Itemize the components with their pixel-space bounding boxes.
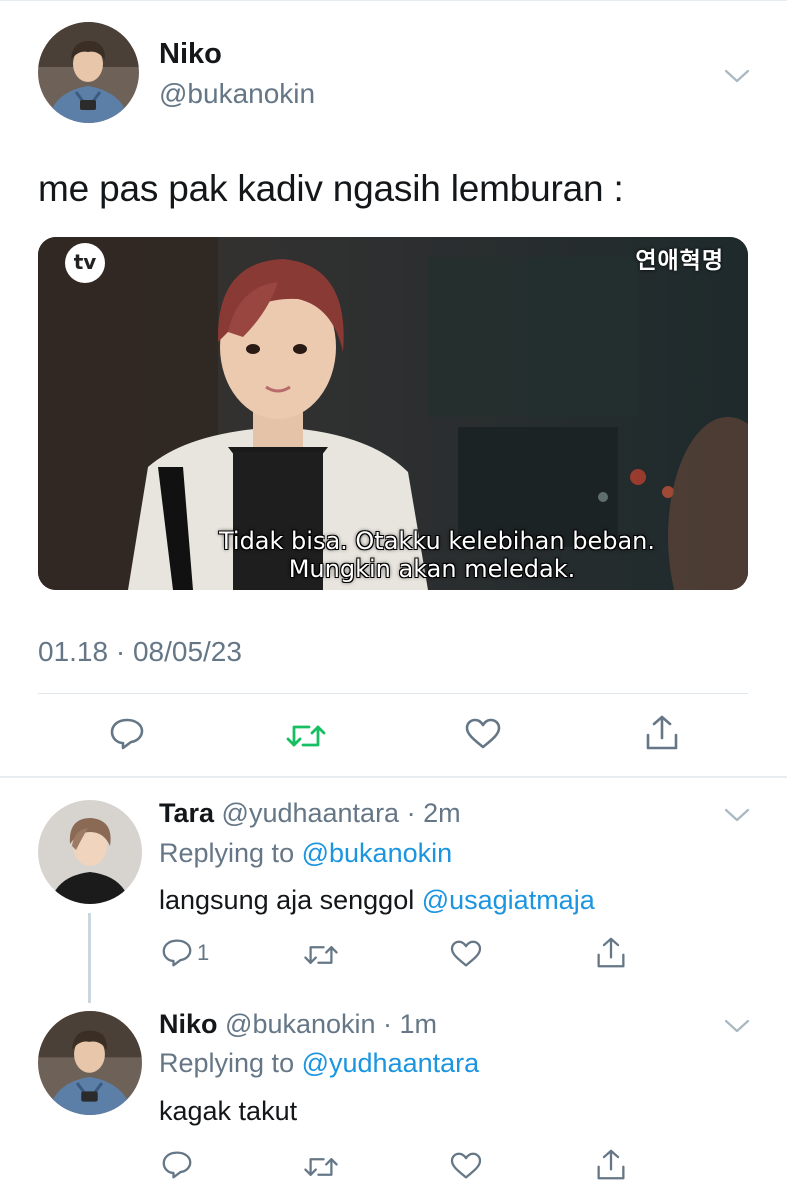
- reply-author-name: Tara: [159, 798, 215, 828]
- share-button[interactable]: [596, 1148, 626, 1182]
- retweet-button[interactable]: [302, 942, 340, 968]
- share-icon: [596, 1148, 626, 1182]
- subtitle-line-1: Tidak bisa. Otakku kelebihan beban.: [218, 527, 656, 555]
- reply-text: kagak takut: [159, 1096, 298, 1126]
- replying-to: Replying to @bukanokin: [159, 838, 452, 869]
- reply-button[interactable]: [161, 1150, 193, 1180]
- retweet-button[interactable]: [285, 721, 327, 751]
- reply-author-meta: @bukanokin · 1m: [225, 1009, 438, 1039]
- chevron-down-icon[interactable]: [723, 806, 751, 824]
- replying-to-link[interactable]: @bukanokin: [302, 838, 453, 868]
- chevron-down-icon[interactable]: [723, 1017, 751, 1035]
- reply-text: langsung aja senggol @usagiatmaja: [159, 885, 595, 916]
- like-icon: [450, 940, 482, 968]
- tweet-text: me pas pak kadiv ngasih lemburan :: [38, 168, 624, 209]
- mention-link[interactable]: @usagiatmaja: [422, 885, 595, 915]
- avatar[interactable]: [38, 1011, 142, 1115]
- tweet-media[interactable]: tv 연애혁명 Tidak bisa. Otakku kelebihan beb…: [38, 237, 748, 590]
- section-separator: [0, 776, 787, 778]
- like-icon: [465, 718, 501, 750]
- like-icon: [450, 1152, 482, 1180]
- reply-author-name: Niko: [159, 1009, 218, 1039]
- like-button[interactable]: [450, 940, 482, 968]
- author-name[interactable]: Niko: [159, 38, 222, 71]
- retweet-button[interactable]: [302, 1154, 340, 1180]
- author-handle[interactable]: @bukanokin: [159, 78, 315, 110]
- thread-connector: [88, 913, 91, 1003]
- reply-button[interactable]: 1: [161, 938, 209, 968]
- retweet-icon: [302, 1154, 340, 1180]
- tv-logo: tv: [65, 243, 105, 283]
- reply-button[interactable]: [109, 717, 145, 751]
- reply-icon: [161, 1150, 193, 1180]
- chevron-down-icon[interactable]: [723, 67, 751, 85]
- retweet-icon: [302, 942, 340, 968]
- share-button[interactable]: [645, 714, 679, 752]
- subtitle-line-2: Mungkin akan meledak.: [288, 555, 576, 583]
- replying-to-label: Replying to: [159, 1048, 295, 1078]
- like-button[interactable]: [465, 718, 501, 750]
- avatar[interactable]: [38, 800, 142, 904]
- replying-to: Replying to @yudhaantara: [159, 1048, 479, 1079]
- divider: [38, 693, 748, 694]
- replying-to-link[interactable]: @yudhaantara: [302, 1048, 480, 1078]
- reply-icon: [161, 938, 193, 968]
- avatar[interactable]: [38, 22, 139, 123]
- reply-author-meta: @yudhaantara · 2m: [221, 798, 461, 828]
- like-button[interactable]: [450, 1152, 482, 1180]
- reply-count: 1: [197, 940, 210, 965]
- share-icon: [596, 936, 626, 970]
- show-logo: 연애혁명: [635, 248, 724, 274]
- share-button[interactable]: [596, 936, 626, 970]
- retweet-icon: [285, 721, 327, 751]
- replying-to-label: Replying to: [159, 838, 295, 868]
- tweet-timestamp[interactable]: 01.18 · 08/05/23: [38, 636, 242, 668]
- reply-author[interactable]: Tara @yudhaantara · 2m: [159, 798, 461, 829]
- top-divider: [0, 0, 787, 1]
- share-icon: [645, 714, 679, 752]
- reply-text-body: langsung aja senggol: [159, 885, 422, 915]
- reply-author[interactable]: Niko @bukanokin · 1m: [159, 1009, 437, 1040]
- reply-icon: [109, 717, 145, 751]
